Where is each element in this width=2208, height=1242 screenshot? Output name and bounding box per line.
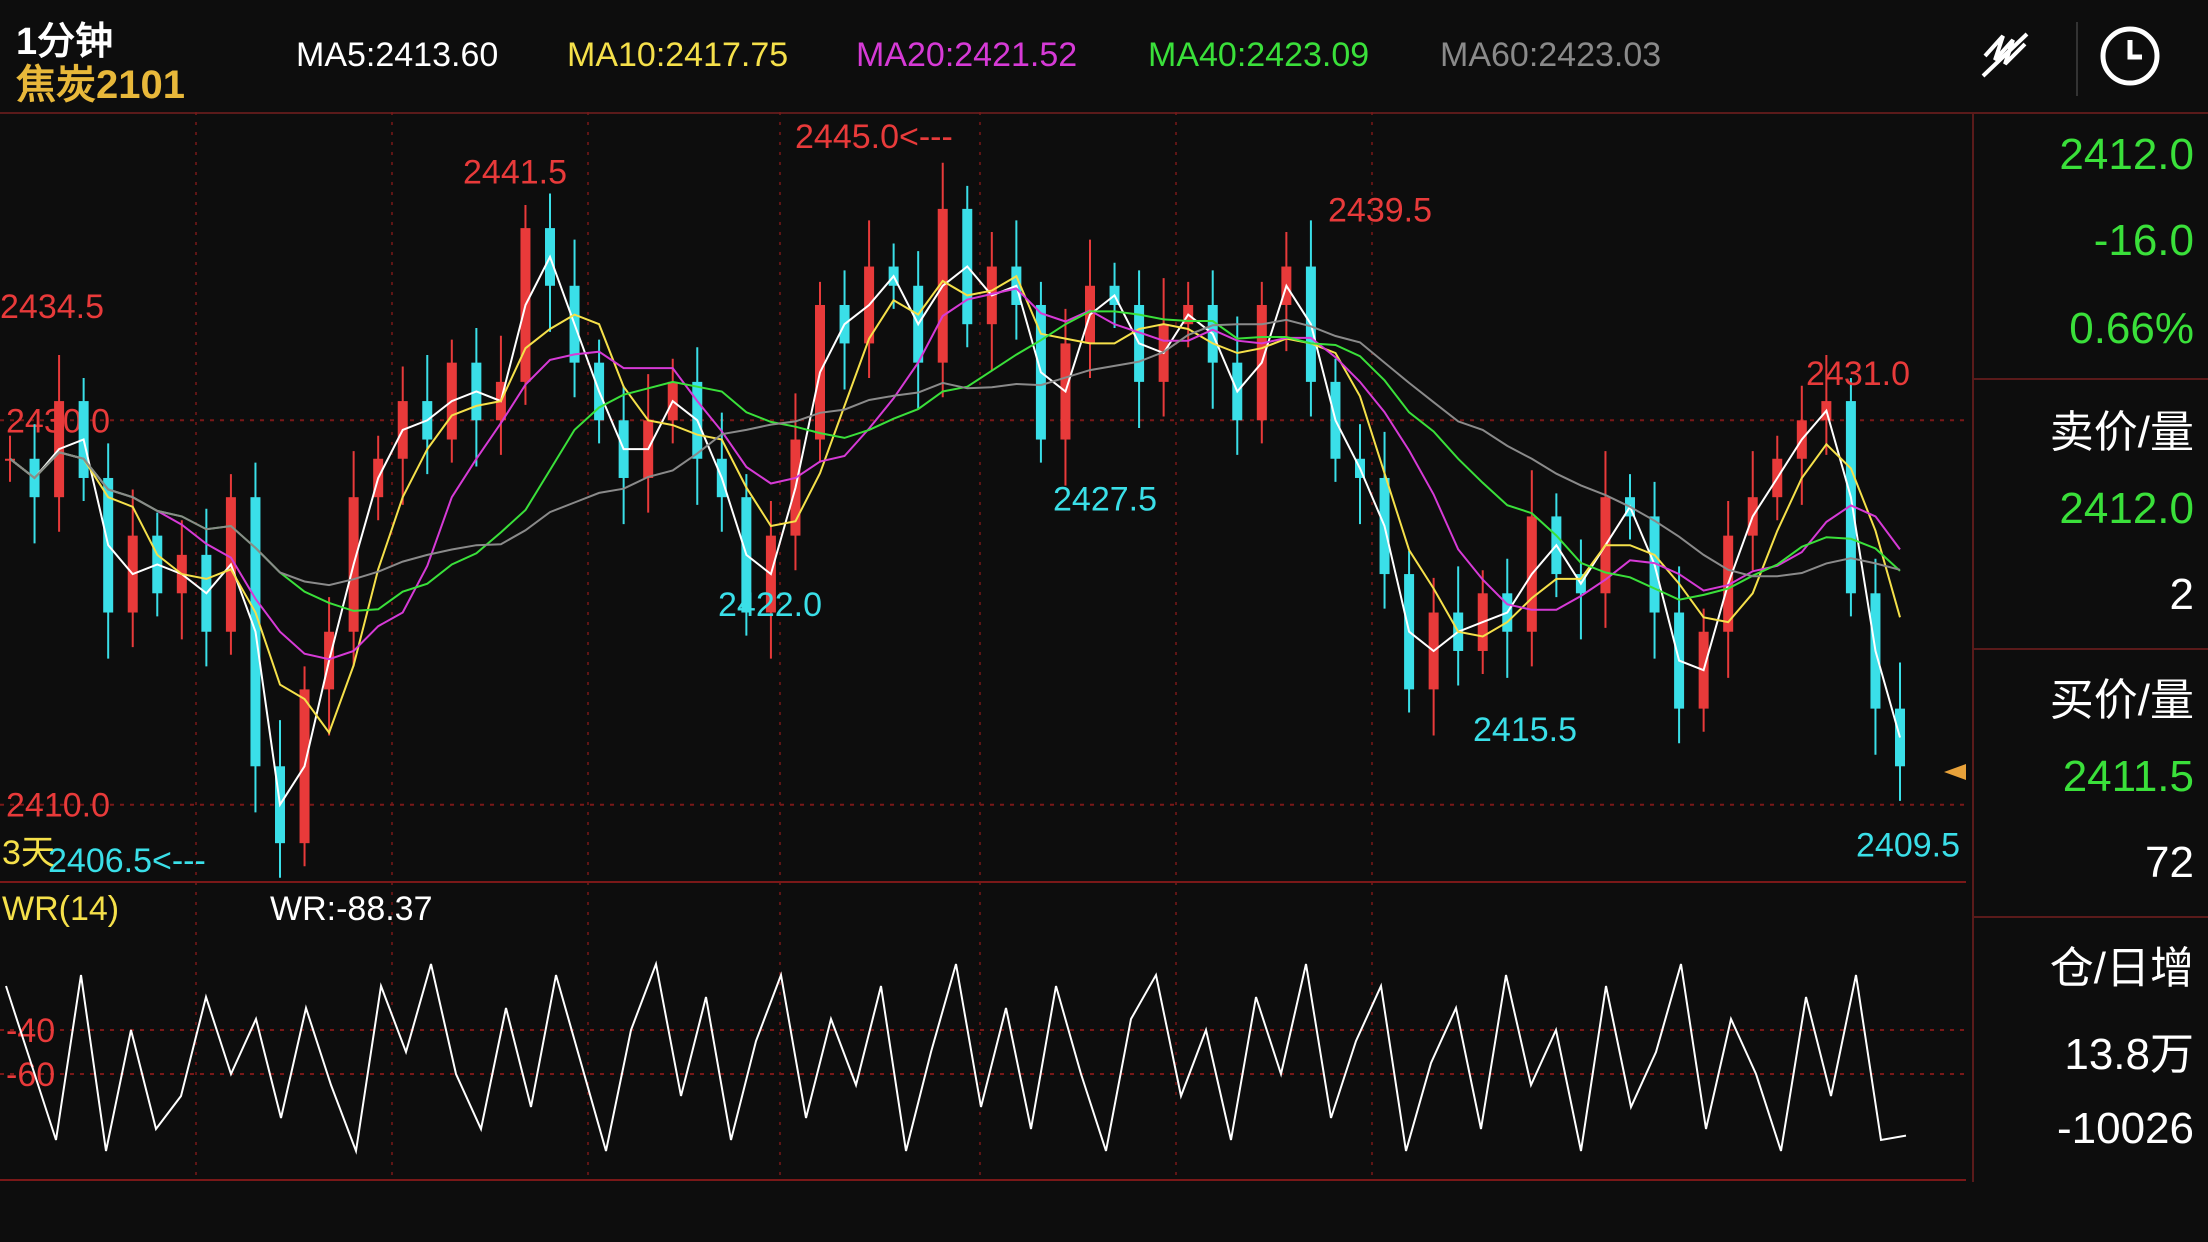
panel-divider xyxy=(1974,916,2208,918)
price-axis-label: 2410.0 xyxy=(6,787,110,825)
wr-title: WR(14) xyxy=(2,890,119,928)
ma40-line xyxy=(9,310,1901,612)
ma-legend-item: MA5:2413.60 xyxy=(296,36,499,74)
ma-legend-item: MA10:2417.75 xyxy=(567,36,789,74)
candlestick-chart[interactable]: 2410.02430.02445.0<---2441.52439.52434.5… xyxy=(0,112,1972,1182)
price-annotation: 2434.5 xyxy=(0,288,104,326)
ma-legend-item: MA20:2421.52 xyxy=(856,36,1078,74)
ask-label: 卖价/量 xyxy=(2049,408,2194,457)
bid-volume: 72 xyxy=(2145,838,2194,887)
wr-line xyxy=(5,960,1907,1155)
price-annotation: 2427.5 xyxy=(1053,480,1157,518)
symbol-label[interactable]: 焦炭2101 xyxy=(16,52,185,110)
price-annotation: 2441.5 xyxy=(463,153,567,191)
price-annotation: 2409.5 xyxy=(1856,826,1960,864)
panel-divider xyxy=(1974,378,2208,380)
open-interest-label: 仓/日增 xyxy=(2049,944,2194,993)
ask-price: 2412.0 xyxy=(2059,484,2194,533)
price-annotation: 2431.0 xyxy=(1806,355,1910,393)
clock-icon[interactable] xyxy=(2088,16,2178,96)
wr-level-label: -40 xyxy=(6,1012,55,1050)
open-interest: 13.8万 xyxy=(2064,1030,2194,1079)
range-label: 3天 xyxy=(2,834,55,872)
change-percent: 0.66% xyxy=(2069,304,2194,353)
price-annotation: 2445.0<--- xyxy=(795,118,953,156)
header-separator xyxy=(2076,22,2078,96)
draw-line-icon[interactable] xyxy=(1965,16,2055,96)
panel-divider xyxy=(1974,648,2208,650)
quote-panel: 2412.0 -16.0 0.66% 卖价/量 2412.0 2 买价/量 24… xyxy=(1972,112,2208,1182)
bid-label: 买价/量 xyxy=(2049,676,2194,725)
ma20-line xyxy=(9,287,1901,661)
ask-volume: 2 xyxy=(2169,570,2194,619)
ma-legend-item: MA40:2423.09 xyxy=(1148,36,1370,74)
ma10-line xyxy=(9,274,1901,735)
ma-legend-item: MA60:2423.03 xyxy=(1440,36,1662,74)
wr-value: WR:-88.37 xyxy=(270,890,433,928)
price-annotation: 2415.5 xyxy=(1473,711,1577,749)
current-price-marker xyxy=(1944,764,1966,780)
chart-header: 1分钟 焦炭2101 MA5:2413.60 MA10:2417.75 MA20:2… xyxy=(0,0,2208,114)
price-change: -16.0 xyxy=(2093,216,2194,265)
bid-price: 2411.5 xyxy=(2062,752,2194,801)
price-annotation: 2439.5 xyxy=(1328,192,1432,230)
open-interest-change: -10026 xyxy=(2056,1104,2194,1153)
ma5-line xyxy=(9,254,1901,808)
price-annotation: 2422.0 xyxy=(718,586,822,624)
price-annotation: 2406.5<--- xyxy=(48,842,206,880)
last-price: 2412.0 xyxy=(2059,130,2194,179)
